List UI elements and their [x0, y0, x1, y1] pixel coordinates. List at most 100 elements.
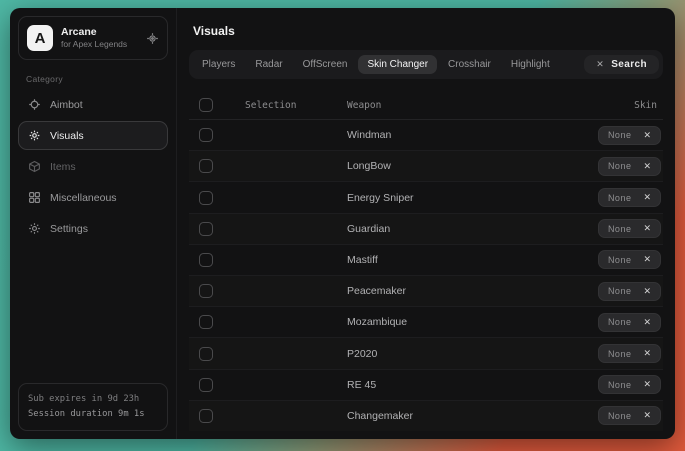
session-duration-text: Session duration 9m 1s: [28, 407, 158, 422]
tab-bar: PlayersRadarOffScreenSkin ChangerCrossha…: [189, 50, 663, 79]
tab-crosshair[interactable]: Crosshair: [439, 55, 500, 74]
sidebar-item-aimbot[interactable]: Aimbot: [18, 90, 168, 119]
remove-skin-icon[interactable]: ✕: [643, 286, 651, 297]
weapon-name: Peacemaker: [225, 285, 571, 297]
app-window: A Arcane for Apex Legends Category Aimbo…: [10, 8, 675, 439]
remove-skin-icon[interactable]: ✕: [643, 223, 651, 234]
table-row[interactable]: Changemaker None ✕: [189, 401, 663, 431]
skin-selector[interactable]: None ✕: [598, 250, 661, 269]
row-checkbox[interactable]: [199, 191, 213, 205]
tab-offscreen[interactable]: OffScreen: [294, 55, 357, 74]
table-body: Windman None ✕ LongBow None ✕ Energy Sniper Non…: [189, 120, 663, 431]
remove-skin-icon[interactable]: ✕: [643, 410, 651, 421]
weapon-name: RE 45: [225, 379, 571, 391]
search-button-label: Search: [611, 59, 647, 70]
remove-skin-icon[interactable]: ✕: [643, 161, 651, 172]
tab-highlight[interactable]: Highlight: [502, 55, 559, 74]
skin-value: None: [608, 411, 632, 421]
sidebar-nav: Aimbot Visuals Items Miscellaneous Settings: [18, 88, 168, 245]
skins-table: Selection Weapon Skin WindmanNone✕LongBo…: [189, 91, 663, 431]
sidebar-item-visuals[interactable]: Visuals: [18, 121, 168, 150]
app-name: Arcane: [61, 26, 138, 39]
skin-value: None: [608, 161, 632, 171]
weapon-name: Energy Sniper: [225, 192, 571, 204]
table-row[interactable]: P2020 None ✕: [189, 338, 663, 369]
skin-value: None: [608, 349, 632, 359]
skin-selector[interactable]: None ✕: [598, 375, 661, 394]
weapon-name: Windman: [225, 129, 571, 141]
remove-skin-icon[interactable]: ✕: [643, 379, 651, 390]
tab-radar[interactable]: Radar: [246, 55, 291, 74]
row-checkbox[interactable]: [199, 253, 213, 267]
skin-selector[interactable]: None ✕: [598, 188, 661, 207]
skin-value: None: [608, 193, 632, 203]
brand-text: Arcane for Apex Legends: [61, 26, 138, 50]
sidebar-item-label: Items: [50, 161, 76, 173]
skin-value: None: [608, 130, 632, 140]
weapon-name: P2020: [225, 348, 571, 360]
sidebar-item-settings[interactable]: Settings: [18, 214, 168, 243]
row-checkbox[interactable]: [199, 347, 213, 361]
sub-expires-text: Sub expires in 9d 23h: [28, 392, 158, 407]
table-row[interactable]: Windman None ✕: [189, 120, 663, 151]
row-checkbox[interactable]: [199, 128, 213, 142]
sidebar-item-miscellaneous[interactable]: Miscellaneous: [18, 183, 168, 212]
search-icon: ✕: [596, 59, 604, 70]
skin-selector[interactable]: None ✕: [598, 313, 661, 332]
table-header-row: Selection Weapon Skin: [189, 91, 663, 120]
sidebar-item-items[interactable]: Items: [18, 152, 168, 181]
sidebar: A Arcane for Apex Legends Category Aimbo…: [10, 8, 177, 439]
row-checkbox[interactable]: [199, 378, 213, 392]
remove-skin-icon[interactable]: ✕: [643, 317, 651, 328]
tab-players[interactable]: Players: [193, 55, 244, 74]
row-checkbox[interactable]: [199, 315, 213, 329]
table-row[interactable]: GuardianNone✕: [189, 214, 663, 245]
skin-value: None: [608, 255, 632, 265]
select-all-checkbox[interactable]: [199, 98, 213, 112]
skin-selector[interactable]: None ✕: [598, 344, 661, 363]
skin-value: None: [608, 286, 632, 296]
app-subtitle: for Apex Legends: [61, 39, 138, 50]
row-checkbox[interactable]: [199, 159, 213, 173]
table-row[interactable]: Energy Sniper None ✕: [189, 182, 663, 213]
weapon-name: LongBow: [225, 160, 571, 172]
skin-selector[interactable]: None ✕: [598, 282, 661, 301]
remove-skin-icon[interactable]: ✕: [643, 192, 651, 203]
table-row[interactable]: Mozambique None ✕: [189, 307, 663, 338]
app-logo: A: [27, 25, 53, 51]
tab-skin-changer[interactable]: Skin Changer: [358, 55, 437, 74]
weapon-name: Mozambique: [225, 316, 571, 328]
remove-skin-icon[interactable]: ✕: [643, 254, 651, 265]
column-header-selection: Selection: [245, 100, 296, 111]
sidebar-item-label: Aimbot: [50, 99, 83, 111]
remove-skin-icon[interactable]: ✕: [643, 130, 651, 141]
category-label: Category: [26, 74, 168, 84]
skin-selector[interactable]: None ✕: [598, 126, 661, 145]
crosshair-icon: [28, 98, 41, 111]
table-row[interactable]: Peacemaker None ✕: [189, 276, 663, 307]
skin-selector[interactable]: None ✕: [598, 157, 661, 176]
skin-value: None: [608, 380, 632, 390]
row-checkbox[interactable]: [199, 222, 213, 236]
brand-card: A Arcane for Apex Legends: [18, 16, 168, 60]
skin-selector[interactable]: None ✕: [598, 406, 661, 425]
grid-icon: [28, 191, 41, 204]
table-row[interactable]: Mastiff None ✕: [189, 245, 663, 276]
search-button[interactable]: ✕ Search: [584, 55, 659, 74]
row-checkbox[interactable]: [199, 409, 213, 423]
eye-sparkle-icon: [28, 129, 41, 142]
gear-icon: [28, 222, 41, 235]
table-row[interactable]: LongBow None ✕: [189, 151, 663, 182]
weapon-name: Mastiff: [225, 254, 571, 266]
gear-icon[interactable]: [146, 32, 159, 45]
cube-icon: [28, 160, 41, 173]
weapon-name: Changemaker: [225, 410, 571, 422]
sidebar-item-label: Miscellaneous: [50, 192, 117, 204]
row-checkbox[interactable]: [199, 284, 213, 298]
table-row[interactable]: RE 45 None ✕: [189, 370, 663, 401]
main-panel: Visuals PlayersRadarOffScreenSkin Change…: [177, 8, 675, 439]
remove-skin-icon[interactable]: ✕: [643, 348, 651, 359]
skin-value: None: [608, 224, 632, 234]
skin-selector[interactable]: None ✕: [598, 219, 661, 238]
skin-value: None: [608, 317, 632, 327]
